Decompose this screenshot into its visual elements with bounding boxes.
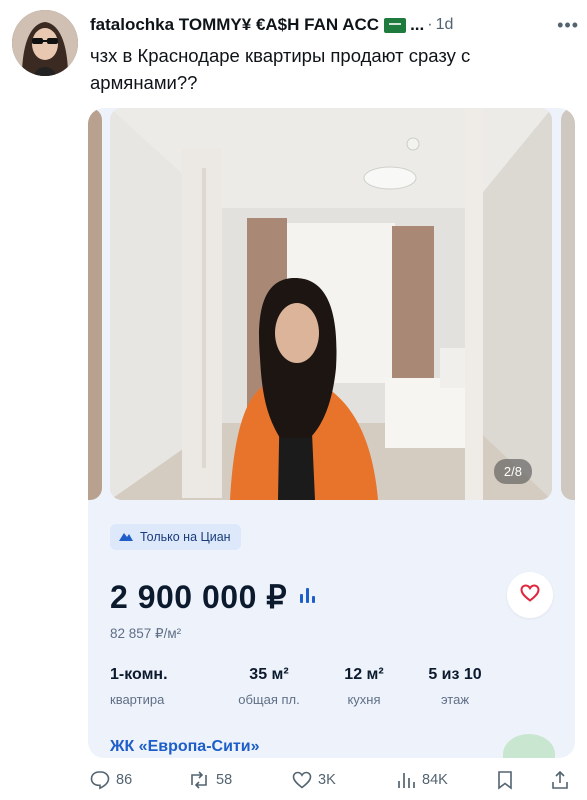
name-truncation: ... bbox=[410, 15, 425, 34]
tweet-header: fatalochka TOMMY¥ €A$H FAN ACC ... · 1d … bbox=[90, 14, 579, 36]
spec-value: 12 м² bbox=[344, 666, 384, 683]
spec-label: этаж bbox=[440, 692, 470, 707]
complex-link[interactable]: ЖК «Европа-Сити» bbox=[110, 738, 259, 756]
photo-counter: 2/8 bbox=[493, 459, 532, 484]
exclusive-badge: Только на Циан bbox=[110, 524, 241, 550]
spec-rooms: 1-комн. квартира bbox=[110, 666, 215, 707]
spec-label: квартира bbox=[110, 692, 165, 707]
chart-icon[interactable] bbox=[297, 584, 319, 611]
retweet-count: 58 bbox=[216, 772, 233, 788]
spec-area: 35 м² общая пл. bbox=[215, 666, 323, 707]
timestamp[interactable]: 1d bbox=[436, 16, 454, 34]
spec-label: кухня bbox=[347, 692, 381, 707]
tweet-actions: 86 58 3K 84K bbox=[90, 766, 570, 794]
price-row: 2 900 000 ₽ bbox=[110, 578, 319, 616]
reply-count: 86 bbox=[116, 772, 133, 788]
like-icon bbox=[292, 771, 312, 789]
avatar[interactable] bbox=[12, 10, 78, 76]
spec-label: общая пл. bbox=[238, 692, 300, 707]
spec-value: 35 м² bbox=[249, 666, 289, 683]
spec-kitchen: 12 м² кухня bbox=[323, 666, 405, 707]
bookmark-button[interactable] bbox=[496, 770, 540, 790]
tweet-text: чзх в Краснодаре квартиры продают сразу … bbox=[90, 45, 471, 93]
spec-value: 1-комн. bbox=[110, 666, 168, 683]
favorite-button[interactable] bbox=[507, 572, 553, 618]
spec-value: 5 из 10 bbox=[428, 666, 482, 683]
specs-list: 1-комн. квартира 35 м² общая пл. 12 м² к… bbox=[110, 666, 505, 707]
like-count: 3K bbox=[318, 772, 336, 788]
price-per-m2: 82 857 ₽/м² bbox=[110, 626, 182, 641]
more-icon[interactable]: ••• bbox=[557, 15, 579, 36]
views-button[interactable]: 84K bbox=[396, 770, 496, 790]
reply-icon bbox=[90, 770, 110, 790]
retweet-icon bbox=[188, 770, 210, 790]
like-button[interactable]: 3K bbox=[292, 771, 396, 789]
retweet-button[interactable]: 58 bbox=[188, 770, 292, 790]
author-name[interactable]: fatalochka TOMMY¥ €A$H FAN ACC bbox=[90, 15, 379, 35]
views-count: 84K bbox=[422, 772, 448, 788]
next-photo[interactable] bbox=[561, 108, 575, 500]
previous-photo[interactable] bbox=[88, 108, 102, 500]
reply-button[interactable]: 86 bbox=[90, 770, 188, 790]
separator: · bbox=[427, 16, 433, 33]
share-button[interactable] bbox=[550, 770, 570, 790]
listing-photo[interactable]: 2/8 bbox=[110, 108, 552, 500]
flag-icon bbox=[384, 17, 407, 33]
complex-logo bbox=[503, 734, 555, 758]
share-icon bbox=[550, 770, 570, 790]
spec-floor: 5 из 10 этаж bbox=[405, 666, 505, 707]
bookmark-icon bbox=[496, 770, 514, 790]
heart-icon bbox=[520, 583, 540, 607]
badge-label: Только на Циан bbox=[140, 530, 231, 544]
listing-card[interactable]: 2/8 Только на Циан 2 900 000 ₽ 82 857 ₽/… bbox=[88, 108, 575, 758]
pin-icon bbox=[118, 530, 134, 545]
price: 2 900 000 ₽ bbox=[110, 579, 288, 615]
views-icon bbox=[396, 770, 416, 790]
